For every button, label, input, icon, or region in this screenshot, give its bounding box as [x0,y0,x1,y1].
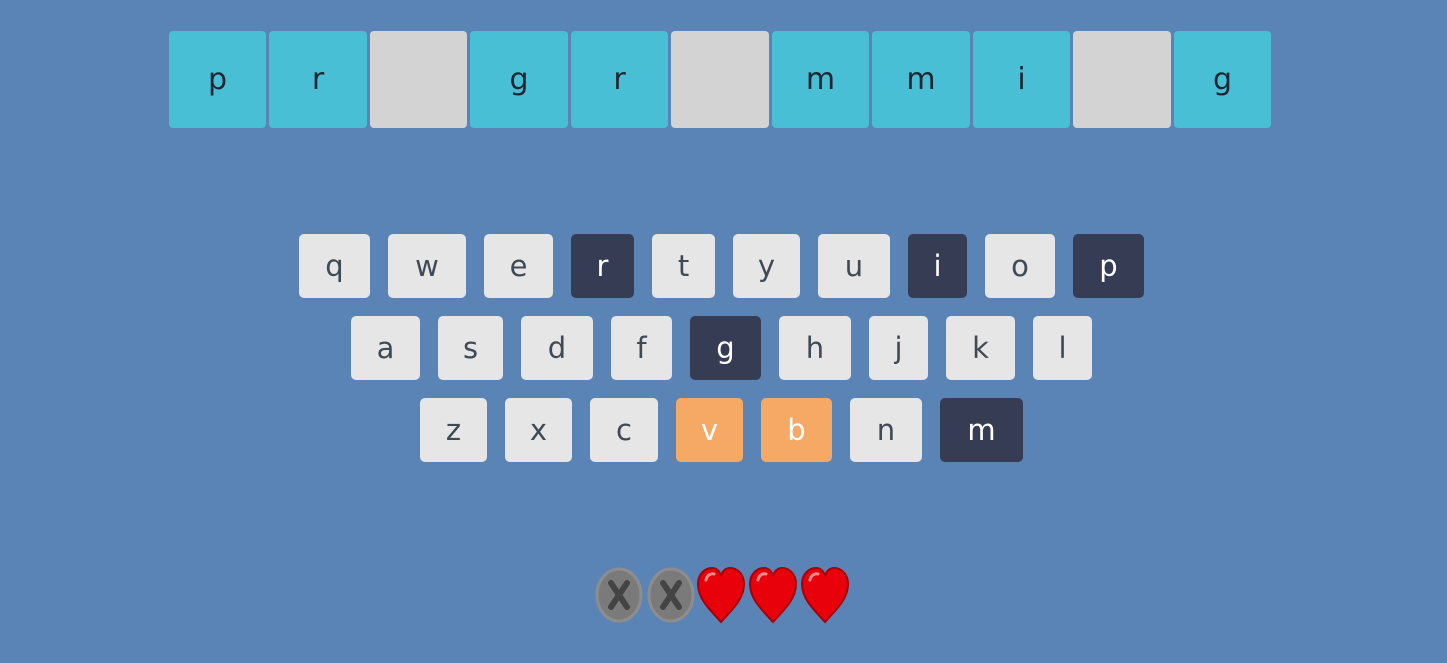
key-u[interactable]: u [818,234,890,298]
key-k[interactable]: k [946,316,1015,380]
heart-icon [800,566,850,624]
key-n[interactable]: n [850,398,922,462]
key-l[interactable]: l [1033,316,1092,380]
key-r[interactable]: r [571,234,634,298]
key-s[interactable]: s [438,316,503,380]
lives-indicator [594,566,854,624]
lost-life-icon [595,567,643,623]
key-z[interactable]: z [420,398,487,462]
key-i[interactable]: i [908,234,967,298]
key-f[interactable]: f [611,316,672,380]
key-g[interactable]: g [690,316,761,380]
key-a[interactable]: a [351,316,420,380]
key-e[interactable]: e [484,234,553,298]
key-p[interactable]: p [1073,234,1144,298]
key-w[interactable]: w [388,234,466,298]
keyboard: q w e r t y u i o p a s d f g h j k l z … [0,0,1447,663]
key-o[interactable]: o [985,234,1055,298]
key-v[interactable]: v [676,398,743,462]
key-d[interactable]: d [521,316,593,380]
key-c[interactable]: c [590,398,658,462]
key-j[interactable]: j [869,316,928,380]
key-b[interactable]: b [761,398,832,462]
heart-icon [696,566,746,624]
key-m[interactable]: m [940,398,1023,462]
key-t[interactable]: t [652,234,715,298]
lost-life-icon [647,567,695,623]
key-x[interactable]: x [505,398,572,462]
key-y[interactable]: y [733,234,800,298]
key-h[interactable]: h [779,316,851,380]
heart-icon [748,566,798,624]
key-q[interactable]: q [299,234,370,298]
